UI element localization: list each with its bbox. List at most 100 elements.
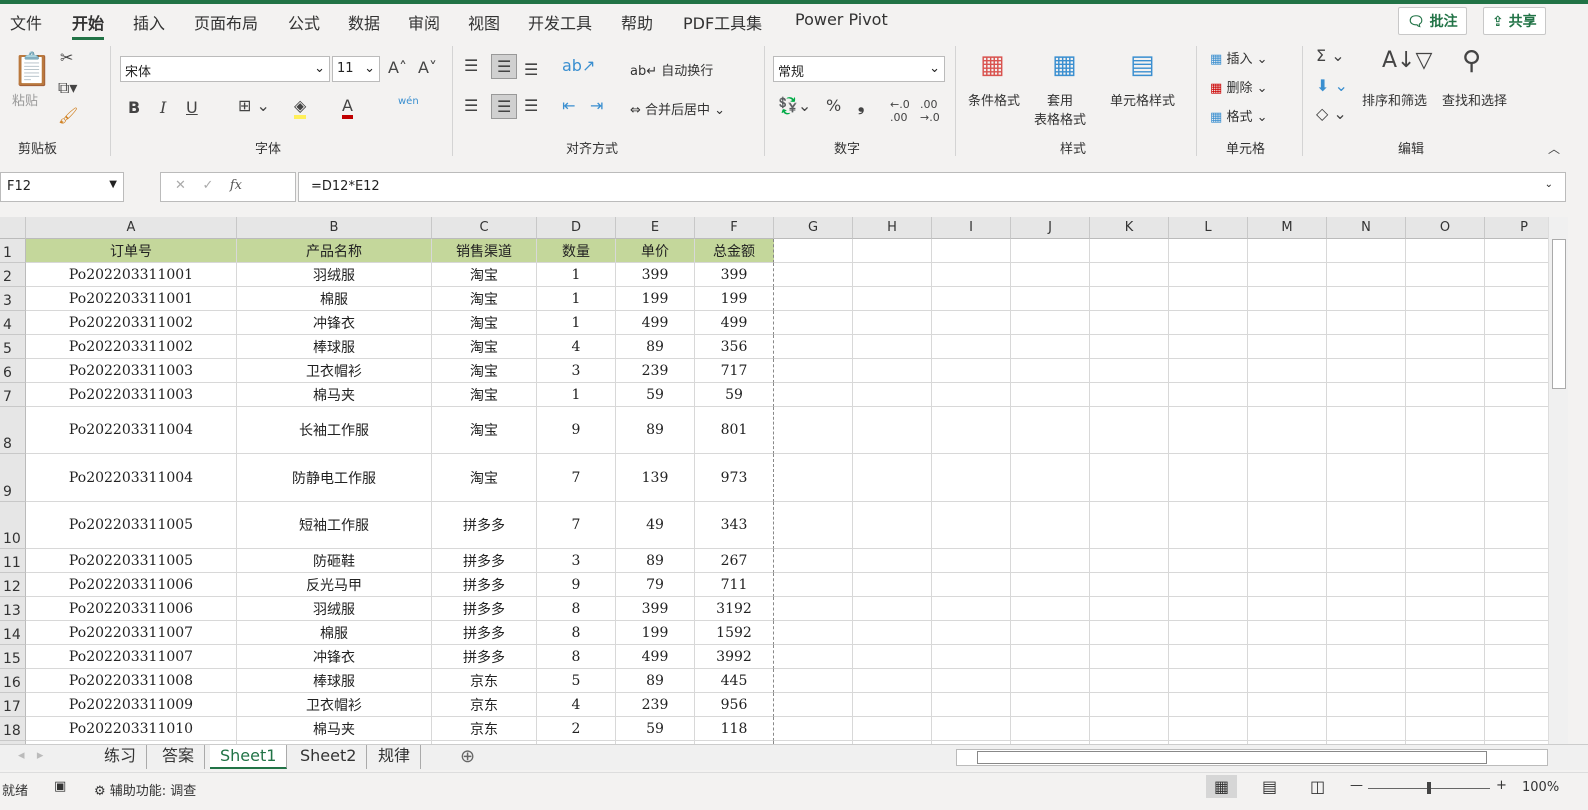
cell[interactable] bbox=[1169, 407, 1248, 454]
italic-button[interactable]: I bbox=[160, 98, 166, 117]
format-cells-button[interactable]: ▦ 格式 ⌄ bbox=[1210, 106, 1267, 125]
phonetic-button[interactable]: wén bbox=[398, 96, 419, 107]
cell[interactable] bbox=[853, 287, 932, 311]
header-cell[interactable]: 总金额 bbox=[695, 239, 774, 263]
column-header-H[interactable]: H bbox=[853, 217, 932, 239]
cell[interactable] bbox=[1406, 359, 1485, 383]
cell[interactable] bbox=[1406, 502, 1485, 549]
cell[interactable]: Po202203311003 bbox=[26, 383, 237, 407]
cell[interactable]: 59 bbox=[616, 383, 695, 407]
cell[interactable] bbox=[853, 621, 932, 645]
row-header[interactable]: 18 bbox=[0, 717, 26, 741]
cell[interactable] bbox=[932, 239, 1011, 263]
cell[interactable] bbox=[1248, 573, 1327, 597]
header-cell[interactable]: 数量 bbox=[537, 239, 616, 263]
cell[interactable] bbox=[1406, 645, 1485, 669]
cell[interactable] bbox=[853, 311, 932, 335]
cell[interactable] bbox=[1406, 454, 1485, 502]
horizontal-scroll-thumb[interactable] bbox=[977, 751, 1487, 764]
page-layout-icon[interactable]: ▤ bbox=[1262, 777, 1277, 796]
cell[interactable] bbox=[1090, 287, 1169, 311]
cell[interactable]: 239 bbox=[616, 693, 695, 717]
tab-10[interactable]: PDF工具集 bbox=[683, 10, 762, 34]
tab-0[interactable]: 文件 bbox=[10, 10, 42, 34]
cell[interactable] bbox=[1327, 669, 1406, 693]
cell[interactable]: 89 bbox=[616, 407, 695, 454]
cell[interactable] bbox=[1090, 549, 1169, 573]
align-bottom-icon[interactable]: ☰ bbox=[524, 60, 538, 79]
cell[interactable]: 49 bbox=[616, 502, 695, 549]
cell[interactable]: 199 bbox=[616, 621, 695, 645]
cell[interactable]: Po202203311005 bbox=[26, 549, 237, 573]
cell[interactable]: 拼多多 bbox=[432, 573, 537, 597]
cell[interactable]: 京东 bbox=[432, 693, 537, 717]
font-size-select[interactable]: 11 ⌄ bbox=[332, 56, 380, 82]
cell[interactable]: 羽绒服 bbox=[237, 263, 432, 287]
decrease-font-icon[interactable]: A˅ bbox=[418, 58, 437, 77]
header-cell[interactable]: 产品名称 bbox=[237, 239, 432, 263]
cell[interactable]: 5 bbox=[537, 669, 616, 693]
cell[interactable] bbox=[1406, 621, 1485, 645]
cell[interactable]: 冲锋衣 bbox=[237, 645, 432, 669]
cell[interactable] bbox=[1169, 311, 1248, 335]
cell[interactable] bbox=[1011, 621, 1090, 645]
cell[interactable] bbox=[1248, 359, 1327, 383]
column-header-F[interactable]: F bbox=[695, 217, 774, 239]
cell[interactable]: 棉马夹 bbox=[237, 383, 432, 407]
cell[interactable] bbox=[853, 454, 932, 502]
cell[interactable]: 343 bbox=[695, 502, 774, 549]
cell[interactable]: Po202203311004 bbox=[26, 407, 237, 454]
cell[interactable] bbox=[1406, 263, 1485, 287]
cell[interactable]: Po202203311002 bbox=[26, 335, 237, 359]
cell[interactable] bbox=[1406, 669, 1485, 693]
underline-button[interactable]: U bbox=[186, 98, 198, 117]
delete-cells-button[interactable]: ▦ 删除 ⌄ bbox=[1210, 77, 1267, 96]
increase-decimal-icon[interactable]: ←.0.00 bbox=[890, 98, 910, 124]
cell[interactable] bbox=[1406, 239, 1485, 263]
cell[interactable] bbox=[932, 693, 1011, 717]
cell[interactable]: 3992 bbox=[695, 645, 774, 669]
cell[interactable] bbox=[1248, 502, 1327, 549]
bold-button[interactable]: B bbox=[128, 98, 140, 117]
cancel-icon[interactable]: ✕ bbox=[175, 178, 186, 193]
clear-icon[interactable]: ◇ ⌄ bbox=[1316, 104, 1347, 123]
cell[interactable] bbox=[1011, 407, 1090, 454]
cell[interactable]: 棉马夹 bbox=[237, 717, 432, 741]
cell-styles-icon[interactable]: ▤ bbox=[1130, 50, 1155, 80]
cell[interactable] bbox=[1485, 383, 1548, 407]
cell[interactable]: 羽绒服 bbox=[237, 597, 432, 621]
row-header[interactable]: 6 bbox=[0, 359, 26, 383]
cell[interactable]: Po202203311006 bbox=[26, 573, 237, 597]
select-all-corner[interactable] bbox=[0, 217, 26, 239]
cell[interactable] bbox=[932, 311, 1011, 335]
cell[interactable] bbox=[1090, 693, 1169, 717]
cell[interactable] bbox=[1248, 335, 1327, 359]
cell[interactable] bbox=[1090, 407, 1169, 454]
column-header-L[interactable]: L bbox=[1169, 217, 1248, 239]
cell[interactable] bbox=[1169, 717, 1248, 741]
cell[interactable] bbox=[1327, 549, 1406, 573]
cell[interactable]: 防静电工作服 bbox=[237, 454, 432, 502]
cell[interactable]: 8 bbox=[537, 621, 616, 645]
cell[interactable]: Po202203311010 bbox=[26, 717, 237, 741]
zoom-out-icon[interactable]: — bbox=[1350, 778, 1363, 793]
cell[interactable] bbox=[1090, 335, 1169, 359]
row-header[interactable]: 3 bbox=[0, 287, 26, 311]
row-header[interactable]: 8 bbox=[0, 407, 26, 454]
collapse-ribbon-icon[interactable]: ︿ bbox=[1548, 140, 1560, 157]
horizontal-scrollbar[interactable] bbox=[956, 749, 1548, 766]
cell[interactable] bbox=[1011, 359, 1090, 383]
cell[interactable]: 118 bbox=[695, 717, 774, 741]
cell[interactable] bbox=[1169, 383, 1248, 407]
cell[interactable]: 499 bbox=[616, 311, 695, 335]
cell[interactable] bbox=[932, 621, 1011, 645]
cell[interactable]: 拼多多 bbox=[432, 645, 537, 669]
cell[interactable] bbox=[1485, 669, 1548, 693]
cell[interactable]: 7 bbox=[537, 454, 616, 502]
cell[interactable] bbox=[1248, 597, 1327, 621]
cell[interactable] bbox=[932, 597, 1011, 621]
cell[interactable] bbox=[1090, 573, 1169, 597]
cell[interactable] bbox=[853, 383, 932, 407]
cell[interactable] bbox=[774, 239, 853, 263]
column-header-B[interactable]: B bbox=[237, 217, 432, 239]
